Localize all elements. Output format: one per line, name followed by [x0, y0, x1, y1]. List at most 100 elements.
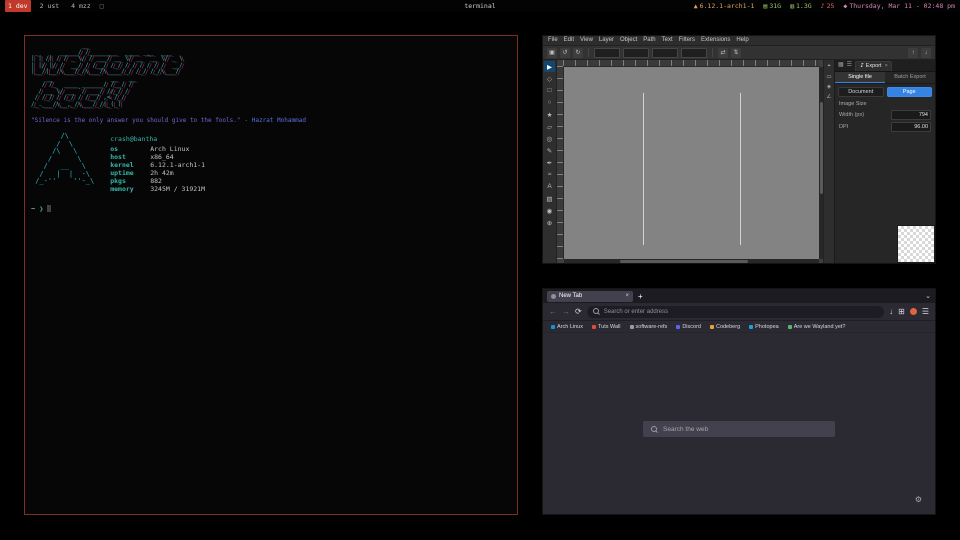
tab-close-icon[interactable]: × — [625, 293, 629, 299]
close-dialog-icon[interactable]: × — [885, 63, 888, 70]
arch-icon: ▲ — [694, 0, 698, 12]
snap-nodes-icon[interactable]: ◈ — [827, 84, 831, 90]
export-dialog-tab[interactable]: ↧ Export × — [855, 61, 892, 71]
rotate-cw-icon[interactable]: ↻ — [573, 48, 583, 58]
width-field[interactable] — [652, 48, 678, 58]
rect-tool-icon[interactable]: □ — [544, 85, 555, 96]
ascii-art-welcome: __ _ _____/ /________ ____ ___ ___ | | /… — [31, 43, 511, 76]
snap-toggle-icon[interactable]: ⌖ — [827, 63, 830, 70]
swatches-dialog-icon[interactable]: ▦ — [838, 62, 844, 69]
workspace-1-dev[interactable]: 1 dev — [5, 0, 31, 12]
dock-tab-bar: ▦ ☰ ↧ Export × — [835, 60, 935, 72]
export-dpi-input[interactable]: 96.00 — [891, 122, 931, 132]
menu-extensions[interactable]: Extensions — [701, 36, 730, 45]
menu-filters[interactable]: Filters — [679, 36, 695, 45]
text-tool-icon[interactable]: A — [544, 181, 555, 192]
lower-icon[interactable]: ↓ — [921, 48, 931, 58]
bookmark-codeberg[interactable]: Codeberg — [710, 324, 740, 330]
flip-vertical-icon[interactable]: ⇅ — [731, 48, 741, 58]
star-tool-icon[interactable]: ★ — [544, 109, 555, 120]
pen-tool-icon[interactable]: ✒ — [544, 157, 555, 168]
menu-layer[interactable]: Layer — [599, 36, 614, 45]
layers-dialog-icon[interactable]: ☰ — [847, 62, 852, 69]
snap-bbox-icon[interactable]: ▭ — [826, 74, 831, 80]
dropper-tool-icon[interactable]: ◉ — [544, 205, 555, 216]
bookmark-software-refs[interactable]: software-refs — [630, 324, 668, 330]
workspace-4[interactable]: 4 mzz — [68, 0, 94, 12]
bookmark-favicon — [630, 325, 634, 329]
search-icon — [593, 308, 600, 315]
tab-batch-export[interactable]: Batch Export — [885, 72, 935, 83]
select-all-icon[interactable]: ▣ — [547, 48, 557, 58]
drawing-canvas[interactable] — [564, 67, 819, 259]
calligraphy-tool-icon[interactable]: ≈ — [544, 169, 555, 180]
browser-tab-new-tab[interactable]: New Tab × — [547, 291, 633, 302]
flip-horizontal-icon[interactable]: ⇄ — [718, 48, 728, 58]
list-all-tabs-icon[interactable]: ⌄ — [925, 292, 931, 300]
extensions-icon[interactable]: ⊞ — [898, 303, 905, 320]
workspace-2[interactable]: 2 ust — [37, 0, 63, 12]
menu-view[interactable]: View — [580, 36, 593, 45]
reload-button[interactable]: ⟳ — [575, 303, 582, 320]
document-scope-button[interactable]: Document — [838, 87, 884, 97]
fetch-row-pkgs: pkgs882 — [110, 177, 205, 185]
new-tab-button[interactable]: + — [638, 292, 643, 301]
pencil-tool-icon[interactable]: ✎ — [544, 145, 555, 156]
menu-edit[interactable]: Edit — [564, 36, 574, 45]
bookmark-discord[interactable]: Discord — [676, 324, 701, 330]
app-menu-icon[interactable]: ☰ — [922, 303, 929, 320]
browser-window[interactable]: New Tab × + ⌄ ← → ⟳ Search or enter addr… — [542, 288, 936, 515]
shell-prompt[interactable]: ~❯ — [31, 205, 511, 213]
fetch-row-memory: memory3245M / 31921M — [110, 185, 205, 193]
x-coordinate-field[interactable] — [594, 48, 620, 58]
spiral-tool-icon[interactable]: ◎ — [544, 133, 555, 144]
bookmark-tuts-wall[interactable]: Tuts Wall — [592, 324, 621, 330]
canvas-area[interactable] — [557, 60, 823, 263]
bookmark-arch-linux[interactable]: Arch Linux — [551, 324, 583, 330]
export-icon: ↧ — [859, 63, 864, 70]
node-tool-icon[interactable]: ◇ — [544, 73, 555, 84]
tab-bar: New Tab × + ⌄ — [543, 289, 935, 303]
vertical-scrollbar[interactable] — [819, 67, 823, 259]
page-scope-button[interactable]: Page — [887, 87, 933, 97]
export-dock: ▦ ☰ ↧ Export × Single file Batch Export … — [834, 60, 935, 263]
menu-file[interactable]: File — [548, 36, 558, 45]
zoom-tool-icon[interactable]: ⊕ — [544, 217, 555, 228]
height-field[interactable] — [681, 48, 707, 58]
selector-tool-icon[interactable]: ▶ — [544, 61, 555, 72]
bookmark-favicon — [592, 325, 596, 329]
bookmark-favicon — [710, 325, 714, 329]
menu-text[interactable]: Text — [662, 36, 673, 45]
inkscape-window[interactable]: File Edit View Layer Object Path Text Fi… — [542, 35, 936, 264]
web-search-input[interactable]: Search the web — [643, 421, 835, 437]
vertical-ruler — [557, 66, 564, 259]
ellipse-tool-icon[interactable]: ○ — [544, 97, 555, 108]
disk-icon: ▤ — [763, 0, 767, 12]
account-avatar[interactable] — [910, 308, 917, 315]
rotate-ccw-icon[interactable]: ↺ — [560, 48, 570, 58]
menu-path[interactable]: Path — [643, 36, 655, 45]
box3d-tool-icon[interactable]: ▱ — [544, 121, 555, 132]
export-preview-thumbnail — [897, 225, 935, 263]
forward-button[interactable]: → — [562, 303, 570, 320]
bookmark-photopea[interactable]: Photopea — [749, 324, 779, 330]
page-settings-gear-icon[interactable]: ⚙ — [915, 495, 922, 504]
menu-object[interactable]: Object — [620, 36, 637, 45]
gradient-tool-icon[interactable]: ▧ — [544, 193, 555, 204]
new-tab-page: Search the web ⚙ — [543, 333, 935, 514]
snap-angle-icon[interactable]: ∠ — [827, 94, 832, 100]
back-button[interactable]: ← — [549, 303, 557, 320]
raise-icon[interactable]: ↑ — [908, 48, 918, 58]
menu-help[interactable]: Help — [736, 36, 748, 45]
export-width-input[interactable]: 794 — [891, 110, 931, 120]
bookmark-are-we-wayland-yet[interactable]: Are we Wayland yet? — [788, 324, 846, 330]
kernel-status: ▲6.12.1-arch1-1 — [694, 0, 755, 12]
terminal-window[interactable]: __ _ _____/ /________ ____ ___ ___ | | /… — [24, 35, 518, 515]
downloads-icon[interactable]: ↓ — [889, 303, 893, 320]
arch-logo-ascii: /\ / \ /\ \ / \ / __ \ / | | -\ /_-'' ''… — [31, 133, 94, 193]
y-coordinate-field[interactable] — [623, 48, 649, 58]
url-bar[interactable]: Search or enter address — [587, 306, 884, 318]
tab-single-file[interactable]: Single file — [835, 72, 885, 83]
horizontal-scrollbar[interactable] — [564, 259, 819, 263]
page-border-right — [740, 93, 741, 245]
